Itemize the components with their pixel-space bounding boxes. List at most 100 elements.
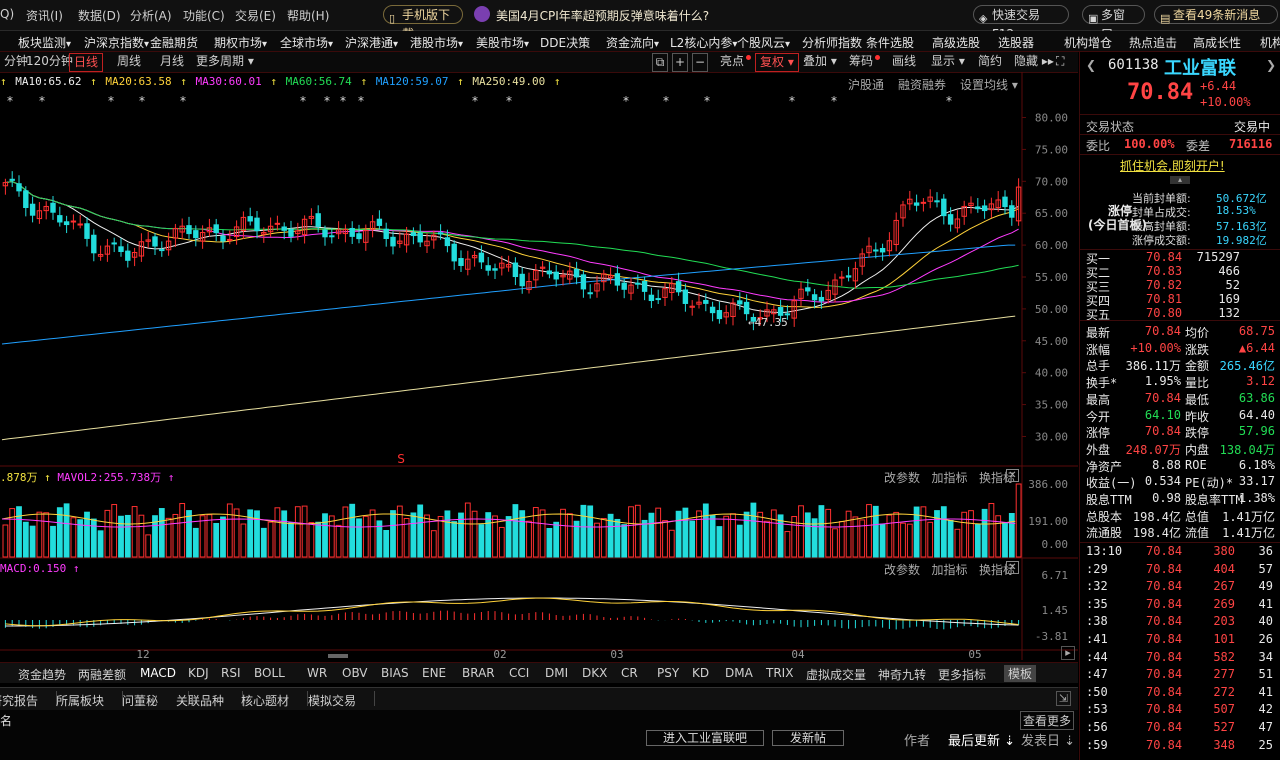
nav-item-0[interactable]: 板块监测▾ [18,34,71,51]
latest-update-column[interactable]: 最后更新 ⇣ [948,730,1015,749]
info-tab-5[interactable]: 模拟交易 [308,692,356,709]
info-tab-3[interactable]: 关联品种 [176,692,224,709]
menu-edge[interactable]: Q) [0,7,14,21]
view-news-button[interactable]: ▤ 查看49条新消息 [1154,5,1278,25]
indicator-tab-18[interactable]: TRIX [766,666,793,680]
collapse-icon[interactable]: ▴ [1170,176,1190,184]
plus-icon[interactable]: + [672,53,688,72]
news-headline[interactable]: 美国4月CPI年率超预期反弹意味着什么? [496,7,709,24]
nav-item-8[interactable]: DDE决策 [540,34,590,51]
indicator-tab-19[interactable]: 虚拟成交量 [806,666,866,683]
nav-item-14[interactable]: 高级选股 [932,34,980,51]
indicator-tab-10[interactable]: BRAR [462,666,495,680]
copy-icon[interactable]: ⧉ [652,53,668,72]
chevron-down-icon: ▾ [654,39,660,50]
indicator-tab-4[interactable]: RSI [221,666,241,680]
menu-trade[interactable]: 交易(E) [235,7,276,24]
period-weekly[interactable]: 周线 [113,53,145,70]
new-post-button[interactable]: 发新帖 [772,730,844,746]
indicator-tab-16[interactable]: KD [692,666,709,680]
enter-bar-button[interactable]: 进入工业富联吧 [646,730,764,746]
nav-item-1[interactable]: 沪深京指数▾ [84,34,149,51]
indicator-tab-12[interactable]: DMI [545,666,568,680]
view-more-button[interactable]: 查看更多 [1020,711,1075,730]
vol-edit-params[interactable]: 改参数 [884,471,920,485]
prev-stock-icon[interactable]: ❮ [1086,58,1096,72]
nav-item-10[interactable]: L2核心内参▾ [670,34,737,51]
macd-value: MACD:0.150 [0,562,67,575]
nav-item-7[interactable]: 美股市场▾ [476,34,529,51]
post-date-column[interactable]: 发表日 ⇣ [1021,730,1075,749]
chips-button[interactable]: 筹码 [849,53,881,70]
info-tab-4[interactable]: 核心题材 [241,692,289,709]
menu-news[interactable]: 资讯(I) [26,7,63,24]
indicator-tab-22[interactable]: 模板 [1004,665,1037,682]
info-tab-2[interactable]: 问董秘 [122,692,158,709]
mobile-download-button[interactable]: ▯ 手机版下载 [383,5,463,41]
indicator-tab-21[interactable]: 更多指标 [938,666,986,683]
nav-item-3[interactable]: 期权市场▾ [214,34,267,51]
vol-add-indicator[interactable]: 加指标 [931,471,967,485]
hide-button[interactable]: 隐藏 ▸▸ [1014,53,1054,70]
nav-item-2[interactable]: 金融期货 [150,34,198,51]
nav-item-13[interactable]: 条件选股 [866,34,914,51]
display-button[interactable]: 显示 ▾ [931,53,965,70]
open-account-promo[interactable]: 抓住机会,即刻开户! [1120,157,1225,174]
macd-add-indicator[interactable]: 加指标 [931,563,967,577]
indicator-tab-5[interactable]: BOLL [254,666,285,680]
indicator-tab-1[interactable]: 两融差额 [78,666,126,683]
menu-functions[interactable]: 功能(C) [183,7,225,24]
indicator-tab-20[interactable]: 神奇九转 [878,666,926,683]
indicator-tab-6[interactable]: WR [307,666,327,680]
author-column[interactable]: 作者 [904,730,930,749]
nav-item-18[interactable]: 高成长性 [1193,34,1241,51]
menu-data[interactable]: 数据(D) [78,7,121,24]
nav-item-17[interactable]: 热点追击 [1129,34,1177,51]
scroll-right-icon[interactable]: ▸ [1061,646,1075,660]
nav-item-15[interactable]: 选股器 [998,34,1034,51]
period-daily[interactable]: 日线 [69,53,104,72]
period-more[interactable]: 更多周期 ▾ [192,53,258,70]
fullscreen-icon[interactable]: ⛶ [1056,53,1064,70]
close-icon[interactable]: ✕ [1006,469,1019,482]
indicator-tab-15[interactable]: PSY [657,666,679,680]
overlay-button[interactable]: 叠加 ▾ [803,53,837,70]
indicator-tab-14[interactable]: CR [621,666,638,680]
nav-item-5[interactable]: 沪深港通▾ [345,34,398,51]
indicator-tab-11[interactable]: CCI [509,666,529,680]
next-stock-icon[interactable]: ❯ [1266,58,1276,72]
nav-item-4[interactable]: 全球市场▾ [280,34,333,51]
simple-button[interactable]: 简约 [978,53,1002,70]
period-monthly[interactable]: 月线 [156,53,188,70]
candle-body [805,287,811,292]
quick-trade-button[interactable]: ◈ 快速交易F12 [973,5,1069,41]
minus-icon[interactable]: − [692,53,708,72]
nav-item-16[interactable]: 机构增仓 [1064,34,1112,51]
adjust-button[interactable]: 复权 ▾ [755,53,799,72]
close-icon[interactable]: ✕ [1006,561,1019,574]
indicator-tab-8[interactable]: BIAS [381,666,409,680]
indicator-tab-3[interactable]: KDJ [188,666,209,680]
nav-item-12[interactable]: 分析师指数 [802,34,862,51]
highlight-button[interactable]: 亮点 [720,53,752,70]
event-star-icon: * [7,94,13,108]
nav-item-19[interactable]: 机构 [1260,34,1280,51]
candle-body [621,282,627,290]
expand-icon[interactable]: ⇲ [1056,691,1071,706]
indicator-tab-9[interactable]: ENE [422,666,446,680]
indicator-tab-0[interactable]: 资金趋势 [18,666,66,683]
menu-help[interactable]: 帮助(H) [287,7,329,24]
indicator-tab-7[interactable]: OBV [342,666,368,680]
info-tab-0[interactable]: 研究报告 [0,692,38,709]
indicator-tab-13[interactable]: DKX [582,666,607,680]
multi-window-button[interactable]: ▣ 多窗口 [1082,5,1145,41]
indicator-tab-17[interactable]: DMA [725,666,753,680]
indicator-tab-2[interactable]: MACD [140,666,176,680]
macd-edit-params[interactable]: 改参数 [884,563,920,577]
menu-analysis[interactable]: 分析(A) [130,7,172,24]
info-tab-1[interactable]: 所属板块 [56,692,104,709]
nav-item-9[interactable]: 资金流向▾ [606,34,659,51]
nav-item-6[interactable]: 港股市场▾ [410,34,463,51]
nav-item-11[interactable]: 个股风云▾ [737,34,790,51]
draw-line-button[interactable]: 画线 [892,53,916,70]
